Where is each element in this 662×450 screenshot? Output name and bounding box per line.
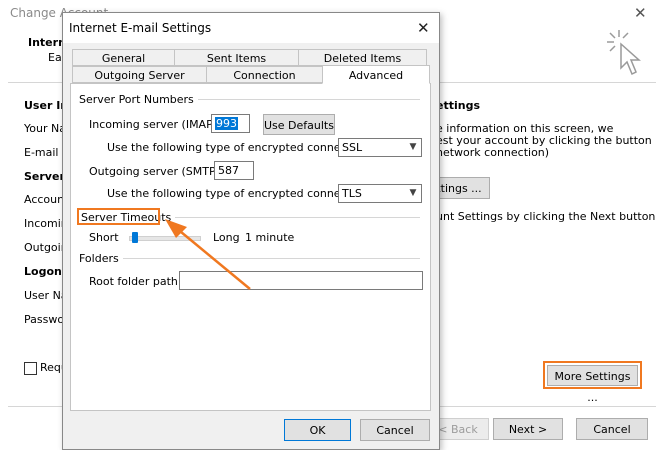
dialog-close-icon[interactable]: ✕ [417, 19, 430, 37]
incoming-port-label: Incoming server (IMAP): [89, 118, 221, 131]
incoming-encryption-label: Use the following type of encrypted conn… [107, 141, 372, 154]
outgoing-encryption-value: TLS [342, 187, 362, 200]
root-folder-label: Root folder path: [89, 275, 182, 288]
test-settings-heading: ettings [436, 99, 480, 112]
ports-group-line [167, 99, 420, 100]
next-button-hint: unt Settings by clicking the Next button [436, 210, 656, 223]
ports-group-title: Server Port Numbers [79, 93, 198, 106]
next-button[interactable]: Next > [493, 418, 563, 440]
outgoing-port-input[interactable]: 587 [214, 161, 254, 180]
outgoing-encryption-select[interactable]: TLS ▼ [338, 184, 422, 203]
dialog-cancel-button[interactable]: Cancel [360, 419, 430, 441]
incoming-port-input[interactable]: 993 [211, 114, 250, 133]
cancel-button[interactable]: Cancel [576, 418, 648, 440]
timeout-long-label: Long [213, 231, 240, 244]
advanced-tab-panel: Server Port Numbers Incoming server (IMA… [70, 83, 431, 411]
test-info-line3: network connection) [436, 146, 550, 159]
internet-email-settings-dialog: Internet E-mail Settings ✕ General Sent … [62, 12, 440, 450]
tab-connection[interactable]: Connection [206, 66, 323, 83]
window-close-icon[interactable]: ✕ [634, 4, 647, 22]
tab-general[interactable]: General [72, 49, 175, 66]
incoming-encryption-select[interactable]: SSL ▼ [338, 138, 422, 157]
incoming-encryption-value: SSL [342, 141, 363, 154]
timeout-slider-thumb[interactable] [131, 232, 138, 243]
ok-button[interactable]: OK [284, 419, 351, 441]
server-heading: Server [24, 170, 65, 183]
tab-sent-items[interactable]: Sent Items [174, 49, 299, 66]
outgoing-port-label: Outgoing server (SMTP): [89, 165, 224, 178]
timeout-value: 1 minute [245, 231, 295, 244]
dialog-title: Internet E-mail Settings [69, 21, 212, 35]
timeout-short-label: Short [89, 231, 119, 244]
tab-outgoing-server[interactable]: Outgoing Server [72, 66, 207, 83]
header-title: Intern [28, 36, 66, 49]
timeout-slider-track[interactable] [129, 236, 201, 241]
tab-advanced[interactable]: Advanced [322, 65, 430, 84]
dropdown-arrow-icon: ▼ [409, 142, 417, 152]
timeouts-group-line [165, 217, 420, 218]
require-checkbox[interactable] [24, 362, 37, 375]
folders-group-title: Folders [79, 252, 123, 265]
incoming-port-value: 993 [215, 117, 238, 130]
use-defaults-button[interactable]: Use Defaults [263, 114, 335, 135]
dropdown-arrow-icon: ▼ [409, 188, 417, 198]
header-subtitle: Ea [48, 51, 62, 64]
tab-deleted-items[interactable]: Deleted Items [298, 49, 427, 66]
more-settings-highlight [543, 361, 642, 389]
folders-group-line [123, 258, 420, 259]
server-timeouts-highlight [77, 208, 160, 225]
root-folder-input[interactable] [179, 271, 423, 290]
cursor-click-icon [607, 30, 641, 76]
outgoing-encryption-label: Use the following type of encrypted conn… [107, 187, 372, 200]
